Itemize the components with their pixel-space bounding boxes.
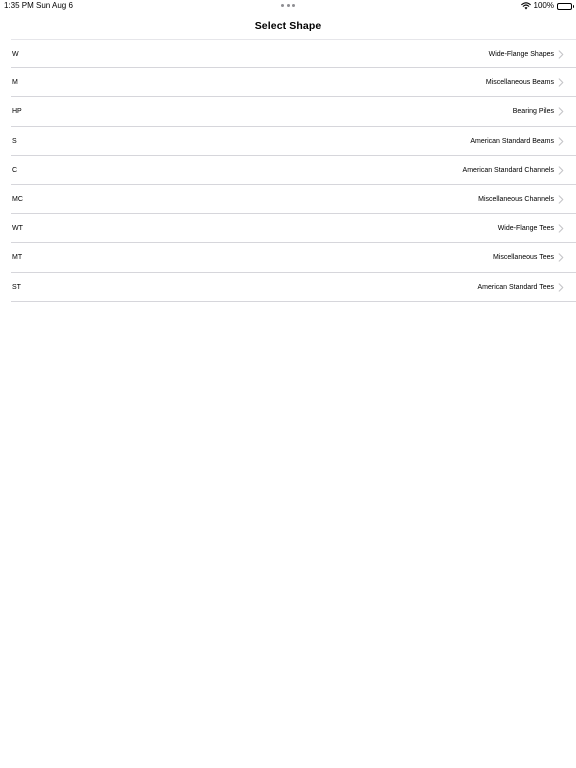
wifi-icon <box>520 2 531 10</box>
chevron-right-icon <box>558 195 564 204</box>
shape-code: WT <box>12 225 23 233</box>
shape-row-hp[interactable]: HP Bearing Piles <box>11 97 576 127</box>
status-time: 1:35 PM <box>4 1 34 10</box>
shape-description: Bearing Piles <box>512 108 554 116</box>
navigation-bar: Select Shape <box>0 12 576 40</box>
shape-description: Wide-Flange Shapes <box>488 51 554 58</box>
chevron-right-icon <box>558 166 564 175</box>
shape-description: American Standard Beams <box>470 137 554 145</box>
shape-description: Miscellaneous Beams <box>485 79 554 87</box>
shape-row-s[interactable]: S American Standard Beams <box>11 127 576 156</box>
multitasking-dots-icon[interactable] <box>281 4 295 7</box>
shape-row-w[interactable]: W Wide-Flange Shapes <box>11 39 576 69</box>
chevron-right-icon <box>558 107 564 117</box>
chevron-right-icon <box>558 224 564 233</box>
chevron-right-icon <box>558 78 564 87</box>
shape-row-mc[interactable]: MC Miscellaneous Channels <box>11 185 576 215</box>
shape-row-m[interactable]: M Miscellaneous Beams <box>11 68 576 98</box>
shape-code: ST <box>12 283 21 291</box>
battery-percentage: 100% <box>533 1 554 10</box>
status-bar: 1:35 PM Sun Aug 6 100% <box>0 0 576 12</box>
shape-code: MC <box>12 195 23 203</box>
shape-description: American Standard Channels <box>462 166 554 174</box>
page-title: Select Shape <box>254 20 322 32</box>
shape-description: Wide-Flange Tees <box>497 225 554 233</box>
shape-code: S <box>12 137 17 145</box>
shape-list: W Wide-Flange Shapes M Miscellaneous Beams H… <box>0 39 576 302</box>
shape-code: C <box>12 166 18 174</box>
shape-code: HP <box>12 108 22 116</box>
chevron-right-icon <box>558 282 564 292</box>
shape-row-mt[interactable]: MT Miscellaneous Tees <box>11 243 576 273</box>
shape-description: Miscellaneous Tees <box>493 254 554 262</box>
status-date: Sun Aug 6 <box>36 1 73 10</box>
battery-icon <box>557 2 574 10</box>
shape-description: American Standard Tees <box>477 283 554 291</box>
chevron-right-icon <box>558 50 564 59</box>
shape-row-c[interactable]: C American Standard Channels <box>11 156 576 185</box>
status-indicators: 100% <box>520 0 574 12</box>
shape-code: W <box>12 51 19 58</box>
shape-row-wt[interactable]: WT Wide-Flange Tees <box>11 214 576 244</box>
shape-row-st[interactable]: ST American Standard Tees <box>11 273 576 302</box>
chevron-right-icon <box>558 136 564 146</box>
chevron-right-icon <box>558 253 564 262</box>
shape-code: MT <box>12 254 23 262</box>
shape-description: Miscellaneous Channels <box>478 195 554 203</box>
shape-code: M <box>12 79 18 87</box>
